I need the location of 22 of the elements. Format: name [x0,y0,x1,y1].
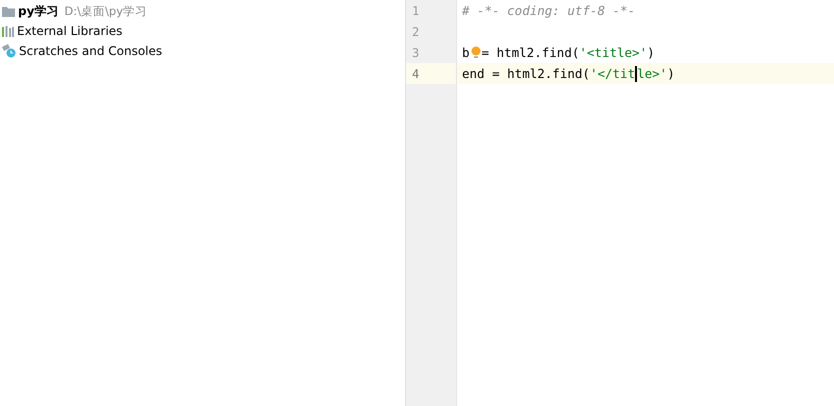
line-number: 3 [412,46,420,60]
code-comment: # -*- coding: utf-8 -*- [462,3,636,18]
scratch-clock-icon [2,44,16,58]
code-text: = html2.find( [482,45,580,60]
text-cursor [635,66,638,82]
code-string: '<title>' [579,45,648,60]
bars-icon [2,26,14,36]
tree-item[interactable]: py学习 [18,2,58,20]
lightbulb-icon[interactable] [470,46,481,60]
folder-icon [2,6,15,16]
code-text: ) [647,45,655,60]
tree-item[interactable]: External Libraries [17,24,122,38]
line-number: 4 [412,66,420,80]
code-text: ) [667,66,675,81]
code-string: '</tit [590,66,636,81]
code-string: le>' [637,66,668,81]
tree-item[interactable]: Scratches and Consoles [19,44,162,58]
line-number: 1 [412,4,420,18]
code-text: end = html2.find( [462,66,590,81]
project-path: D:\桌面\py学习 [64,4,148,18]
code-text: b [462,45,470,60]
line-number: 2 [412,24,420,38]
